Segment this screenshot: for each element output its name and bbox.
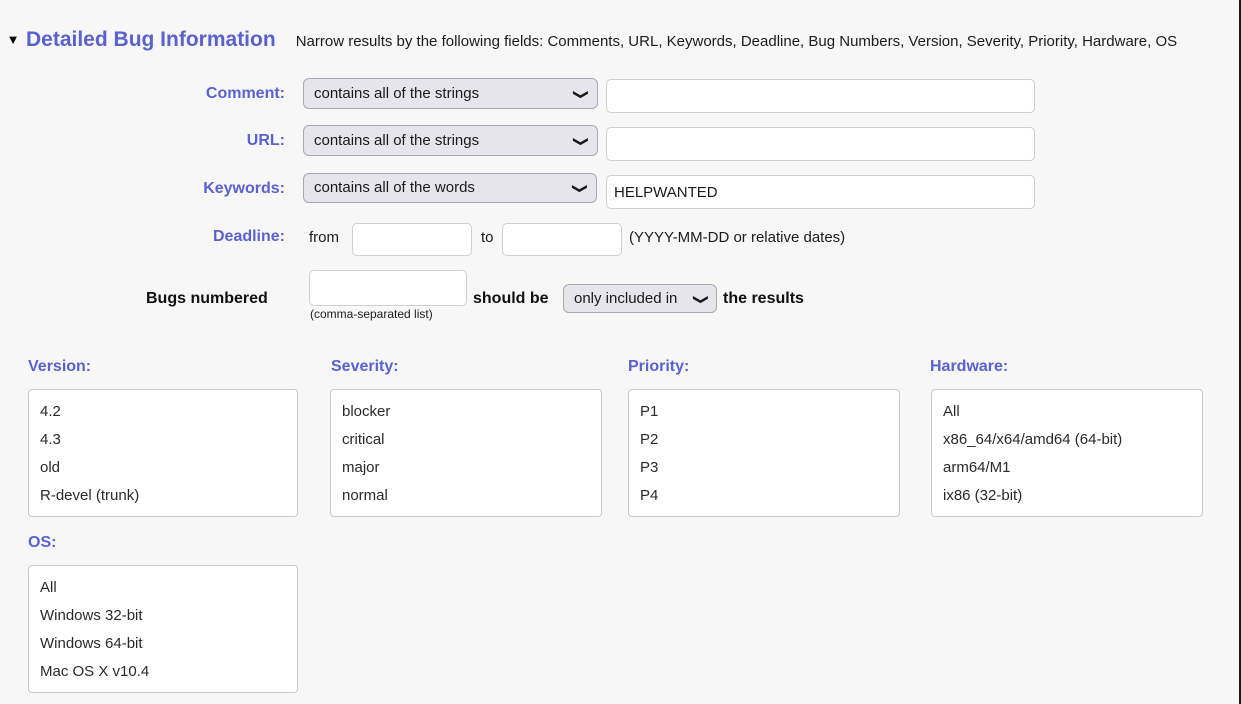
list-item[interactable]: ix86 (32-bit) — [932, 482, 1202, 510]
list-item[interactable]: R-devel (trunk) — [29, 482, 297, 510]
comment-input[interactable] — [606, 79, 1035, 113]
list-item[interactable]: Windows 32-bit — [29, 602, 297, 630]
list-item[interactable]: blocker — [331, 398, 601, 426]
keywords-label: Keywords: — [203, 180, 285, 197]
deadline-to-input[interactable] — [502, 223, 622, 256]
list-item[interactable]: P2 — [629, 426, 899, 454]
url-label: URL: — [246, 132, 285, 149]
comment-match-type-select-wrap[interactable]: contains all of the strings ❯ — [303, 78, 598, 109]
disclosure-triangle-icon[interactable]: ▼ — [0, 33, 26, 46]
bugs-numbered-label: Bugs numbered — [146, 290, 268, 307]
list-item[interactable]: Mac OS X v10.4 — [29, 658, 297, 686]
list-item[interactable]: P1 — [629, 398, 899, 426]
list-item[interactable]: x86_64/x64/amd64 (64-bit) — [932, 426, 1202, 454]
section-description: Narrow results by the following fields: … — [295, 33, 1178, 50]
should-be-label: should be — [473, 290, 549, 307]
comment-label: Comment: — [205, 85, 285, 102]
list-item[interactable]: 4.3 — [29, 426, 297, 454]
list-item[interactable]: 4.2 — [29, 398, 297, 426]
url-match-type-select[interactable]: contains all of the strings — [303, 125, 598, 156]
deadline-label: Deadline: — [212, 228, 285, 245]
detailed-bug-information-header[interactable]: ▼ Detailed Bug Information Narrow result… — [0, 28, 1241, 60]
os-label: OS: — [28, 534, 57, 551]
bugs-numbered-input[interactable] — [309, 270, 467, 306]
list-item[interactable]: P3 — [629, 454, 899, 482]
severity-listbox[interactable]: blocker critical major normal — [330, 389, 602, 517]
hardware-label: Hardware: — [930, 358, 1009, 375]
keywords-match-type-select-wrap[interactable]: contains all of the words ❯ — [303, 173, 597, 203]
keywords-match-type-select[interactable]: contains all of the words — [303, 173, 597, 203]
bugs-numbered-hint: (comma-separated list) — [310, 307, 433, 321]
list-item[interactable]: old — [29, 454, 297, 482]
deadline-from-label: from — [309, 229, 339, 246]
url-match-type-select-wrap[interactable]: contains all of the strings ❯ — [303, 125, 598, 156]
severity-label: Severity: — [331, 358, 399, 375]
the-results-label: the results — [723, 290, 804, 307]
list-item[interactable]: Windows 64-bit — [29, 630, 297, 658]
list-item[interactable]: critical — [331, 426, 601, 454]
page-title[interactable]: Detailed Bug Information — [26, 28, 276, 52]
list-item[interactable]: arm64/M1 — [932, 454, 1202, 482]
version-listbox[interactable]: 4.2 4.3 old R-devel (trunk) — [28, 389, 298, 517]
list-item[interactable]: major — [331, 454, 601, 482]
bug-inclusion-select[interactable]: only included in — [563, 284, 717, 313]
priority-listbox[interactable]: P1 P2 P3 P4 — [628, 389, 900, 517]
deadline-format-hint: (YYYY-MM-DD or relative dates) — [629, 229, 846, 246]
hardware-listbox[interactable]: All x86_64/x64/amd64 (64-bit) arm64/M1 i… — [931, 389, 1203, 517]
list-item[interactable]: All — [932, 398, 1202, 426]
deadline-to-label: to — [481, 229, 494, 246]
os-listbox[interactable]: All Windows 32-bit Windows 64-bit Mac OS… — [28, 565, 298, 693]
list-item[interactable]: normal — [331, 482, 601, 510]
comment-match-type-select[interactable]: contains all of the strings — [303, 78, 598, 109]
list-item[interactable]: P4 — [629, 482, 899, 510]
deadline-from-input[interactable] — [352, 223, 472, 256]
version-label: Version: — [28, 358, 92, 375]
list-item[interactable]: All — [29, 574, 297, 602]
priority-label: Priority: — [628, 358, 690, 375]
keywords-input[interactable] — [606, 175, 1035, 209]
bug-inclusion-select-wrap[interactable]: only included in ❯ — [563, 284, 717, 313]
url-input[interactable] — [606, 127, 1035, 161]
